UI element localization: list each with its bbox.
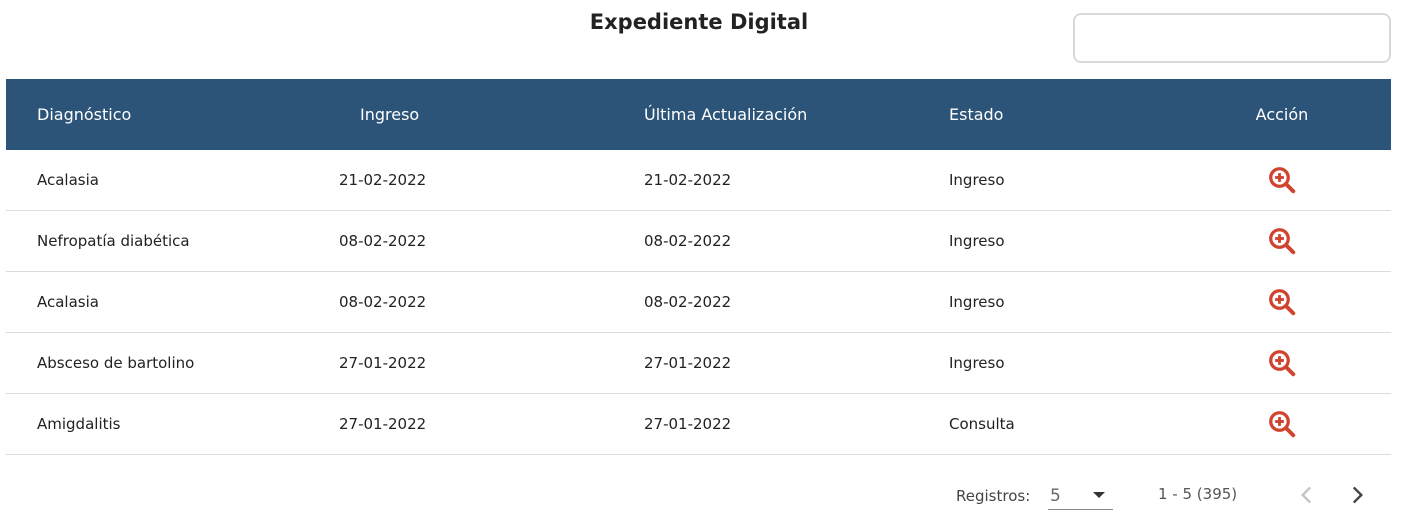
zoom-in-icon[interactable] <box>1267 348 1297 378</box>
cell-estado: Ingreso <box>949 171 1005 189</box>
table-row: Acalasia 08-02-2022 08-02-2022 Ingreso <box>6 272 1391 333</box>
cell-ingreso: 08-02-2022 <box>339 232 427 250</box>
cell-ingreso: 27-01-2022 <box>339 415 427 433</box>
page-size-label: Registros: <box>956 487 1031 505</box>
view-record-button[interactable] <box>1218 226 1346 256</box>
table-row: Amigdalitis 27-01-2022 27-01-2022 Consul… <box>6 394 1391 455</box>
cell-estado: Ingreso <box>949 232 1005 250</box>
cell-ingreso: 08-02-2022 <box>339 293 427 311</box>
table-row: Nefropatía diabética 08-02-2022 08-02-20… <box>6 211 1391 272</box>
caret-down-icon <box>1093 492 1105 498</box>
page-size-value: 5 <box>1050 486 1061 506</box>
table-header: Diagnóstico Ingreso Última Actualización… <box>6 79 1391 150</box>
chevron-right-icon[interactable] <box>1344 482 1370 508</box>
cell-ultima-actualizacion: 27-01-2022 <box>644 354 732 372</box>
cell-estado: Ingreso <box>949 293 1005 311</box>
zoom-in-icon[interactable] <box>1267 287 1297 317</box>
cell-ultima-actualizacion: 21-02-2022 <box>644 171 732 189</box>
records-table: Diagnóstico Ingreso Última Actualización… <box>6 79 1391 455</box>
header-ultima-actualizacion[interactable]: Última Actualización <box>644 105 807 124</box>
cell-diagnostico: Absceso de bartolino <box>37 354 195 372</box>
view-record-button[interactable] <box>1218 165 1346 195</box>
pagination-bar: Registros: 5 1 - 5 (395) <box>0 478 1402 518</box>
cell-ultima-actualizacion: 27-01-2022 <box>644 415 732 433</box>
zoom-in-icon[interactable] <box>1267 165 1297 195</box>
cell-estado: Ingreso <box>949 354 1005 372</box>
zoom-in-icon[interactable] <box>1267 409 1297 439</box>
table-row: Absceso de bartolino 27-01-2022 27-01-20… <box>6 333 1391 394</box>
cell-ultima-actualizacion: 08-02-2022 <box>644 293 732 311</box>
header-accion: Acción <box>1255 105 1309 124</box>
header-ingreso[interactable]: Ingreso <box>360 105 419 124</box>
search-input[interactable] <box>1073 13 1391 63</box>
cell-ultima-actualizacion: 08-02-2022 <box>644 232 732 250</box>
table-row: Acalasia 21-02-2022 21-02-2022 Ingreso <box>6 150 1391 211</box>
cell-diagnostico: Nefropatía diabética <box>37 232 190 250</box>
view-record-button[interactable] <box>1218 348 1346 378</box>
header-diagnostico[interactable]: Diagnóstico <box>37 105 131 124</box>
zoom-in-icon[interactable] <box>1267 226 1297 256</box>
cell-diagnostico: Acalasia <box>37 171 99 189</box>
view-record-button[interactable] <box>1218 409 1346 439</box>
cell-diagnostico: Acalasia <box>37 293 99 311</box>
cell-diagnostico: Amigdalitis <box>37 415 121 433</box>
cell-ingreso: 21-02-2022 <box>339 171 427 189</box>
view-record-button[interactable] <box>1218 287 1346 317</box>
page-range: 1 - 5 (395) <box>1158 485 1238 503</box>
page-size-select[interactable]: 5 <box>1048 484 1113 510</box>
cell-estado: Consulta <box>949 415 1015 433</box>
cell-ingreso: 27-01-2022 <box>339 354 427 372</box>
chevron-left-icon[interactable] <box>1294 482 1320 508</box>
header-estado[interactable]: Estado <box>949 105 1003 124</box>
